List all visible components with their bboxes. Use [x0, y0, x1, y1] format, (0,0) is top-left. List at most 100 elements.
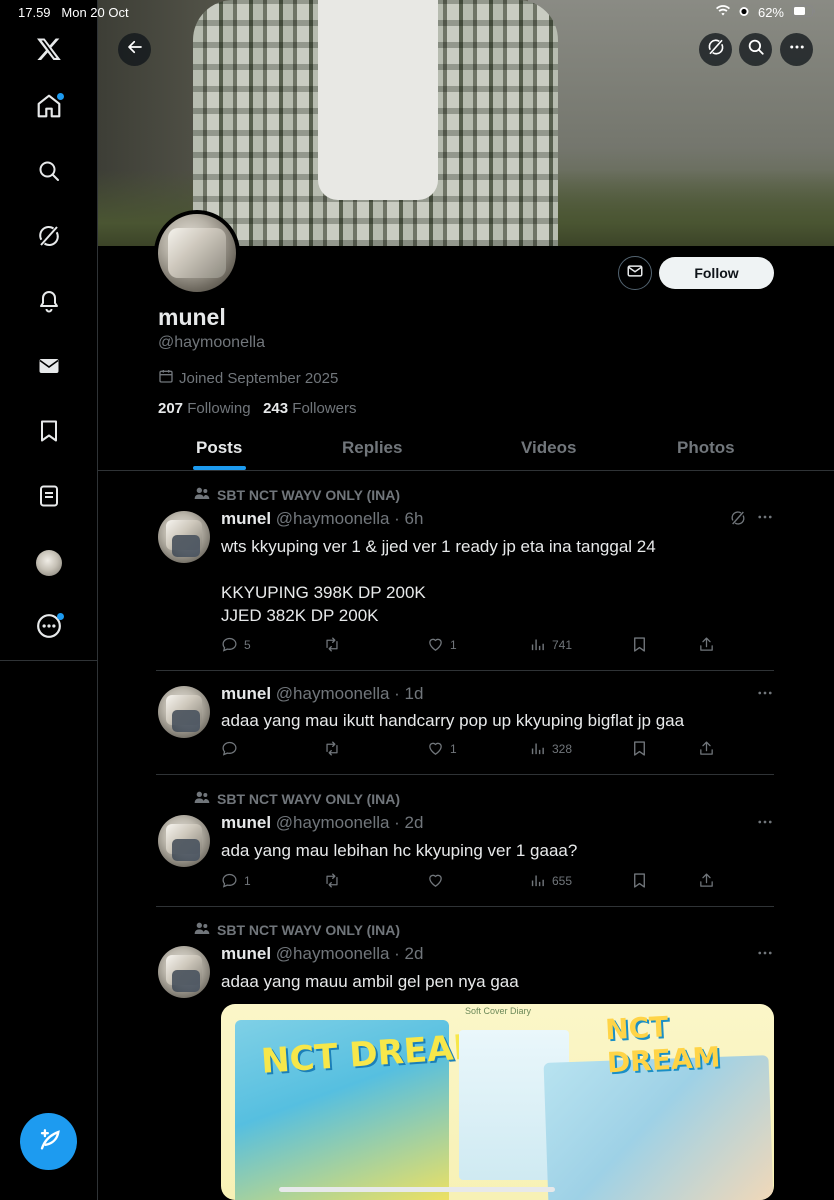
post-author-name[interactable]: munel: [221, 944, 271, 963]
arrow-left-icon: [126, 38, 144, 61]
post-text: wts kkyuping ver 1 & jjed ver 1 ready jp…: [221, 537, 656, 625]
views-button[interactable]: 328: [529, 740, 572, 757]
like-button[interactable]: 1: [427, 740, 457, 757]
post-1[interactable]: SBT NCT WAYV ONLY (INA) munel @haymoonel…: [156, 486, 774, 666]
search-button[interactable]: [739, 33, 772, 66]
nav-more[interactable]: [29, 608, 69, 648]
post-avatar[interactable]: [158, 815, 210, 867]
views-button[interactable]: 741: [529, 636, 572, 653]
post-actions: 5 1 741: [221, 636, 721, 656]
grok-icon: [707, 38, 725, 61]
post-avatar[interactable]: [158, 511, 210, 563]
home-unread-dot: [57, 93, 64, 100]
community-label[interactable]: SBT NCT WAYV ONLY (INA): [194, 921, 400, 938]
post-header: munel @haymoonella · 2d: [221, 813, 423, 833]
followers-label: Followers: [292, 400, 357, 417]
reply-button[interactable]: 5: [221, 636, 251, 653]
nav-profile[interactable]: [29, 543, 69, 583]
post-meta: @haymoonella · 6h: [275, 509, 424, 528]
share-button[interactable]: [698, 636, 715, 653]
like-button[interactable]: [427, 872, 450, 889]
grok-icon[interactable]: [730, 510, 746, 531]
reply-button[interactable]: 1: [221, 872, 251, 889]
x-logo-icon[interactable]: [29, 29, 69, 69]
nav-notifications[interactable]: [29, 283, 69, 323]
compose-button[interactable]: [20, 1113, 77, 1170]
post-header: munel @haymoonella · 1d: [221, 684, 423, 704]
post-4[interactable]: SBT NCT WAYV ONLY (INA) munel @haymoonel…: [156, 921, 774, 1001]
profile-tabs: Posts Replies Videos Photos: [98, 426, 834, 471]
post-header: munel @haymoonella · 6h: [221, 509, 423, 529]
more-options-button[interactable]: [780, 33, 813, 66]
repost-button[interactable]: [323, 872, 341, 889]
repost-button[interactable]: [323, 636, 341, 653]
nav-lists[interactable]: [29, 478, 69, 518]
post-3[interactable]: SBT NCT WAYV ONLY (INA) munel @haymoonel…: [156, 790, 774, 900]
profile-avatar-large[interactable]: [154, 210, 240, 296]
community-label[interactable]: SBT NCT WAYV ONLY (INA): [194, 486, 400, 503]
post-meta: @haymoonella · 2d: [275, 813, 424, 832]
mail-icon: [626, 262, 644, 285]
post-text: adaa yang mauu ambil gel pen nya gaa: [221, 972, 519, 991]
reply-button[interactable]: [221, 740, 244, 757]
post-media-image[interactable]: NCT DREAM Soft Cover Diary NCT DREAM: [221, 1004, 774, 1200]
followers-link[interactable]: 243 Followers: [263, 400, 356, 417]
bookmark-button[interactable]: [632, 740, 647, 757]
home-indicator: [279, 1187, 555, 1192]
nav-grok[interactable]: [29, 218, 69, 258]
post-avatar[interactable]: [158, 686, 210, 738]
post-more-icon[interactable]: [756, 944, 774, 967]
following-label: Following: [187, 400, 251, 417]
post-text: ada yang mau lebihan hc kkyuping ver 1 g…: [221, 841, 578, 860]
repost-button[interactable]: [323, 740, 341, 757]
post-text: adaa yang mau ikutt handcarry pop up kky…: [221, 711, 685, 730]
post-more-icon[interactable]: [756, 684, 774, 707]
post-avatar[interactable]: [158, 946, 210, 998]
post-more-icon[interactable]: [756, 508, 774, 531]
joined-date: Joined September 2025: [158, 368, 338, 388]
post-actions: 1 328: [221, 740, 721, 760]
nav-home[interactable]: [29, 88, 69, 128]
post-2[interactable]: munel @haymoonella · 1d adaa yang mau ik…: [156, 682, 774, 772]
bell-icon: [37, 289, 61, 318]
post-author-name[interactable]: munel: [221, 813, 271, 832]
nav-messages[interactable]: [29, 348, 69, 388]
list-icon: [38, 484, 60, 513]
nav-search[interactable]: [29, 153, 69, 193]
avatar-photo: [168, 228, 226, 278]
message-button[interactable]: [618, 256, 652, 290]
community-icon: [194, 790, 210, 807]
tab-replies[interactable]: Replies: [342, 438, 402, 458]
active-tab-indicator: [193, 466, 246, 470]
grok-button[interactable]: [699, 33, 732, 66]
joined-text: Joined September 2025: [179, 369, 339, 387]
post-divider: [156, 774, 774, 775]
following-link[interactable]: 207 Following: [158, 400, 251, 417]
media-photobook: [543, 1055, 774, 1200]
view-count: 328: [552, 741, 573, 756]
reply-count: 5: [244, 637, 251, 652]
post-divider: [156, 670, 774, 671]
alarm-icon: [738, 5, 750, 20]
tab-photos[interactable]: Photos: [677, 438, 735, 458]
bookmark-button[interactable]: [632, 636, 647, 653]
reply-count: 1: [244, 873, 251, 888]
back-button[interactable]: [118, 33, 151, 66]
post-author-name[interactable]: munel: [221, 684, 271, 703]
compose-feather-icon: [35, 1125, 63, 1158]
share-button[interactable]: [698, 872, 715, 889]
bookmark-icon: [38, 419, 60, 448]
follow-button[interactable]: Follow: [659, 257, 774, 289]
tab-posts[interactable]: Posts: [196, 438, 242, 458]
views-button[interactable]: 655: [529, 872, 572, 889]
share-button[interactable]: [698, 740, 715, 757]
media-title-right: NCT DREAM: [604, 1010, 722, 1080]
community-label[interactable]: SBT NCT WAYV ONLY (INA): [194, 790, 400, 807]
post-more-icon[interactable]: [756, 813, 774, 836]
bookmark-button[interactable]: [632, 872, 647, 889]
search-icon: [747, 38, 765, 61]
tab-videos[interactable]: Videos: [521, 438, 576, 458]
post-author-name[interactable]: munel: [221, 509, 271, 528]
like-button[interactable]: 1: [427, 636, 457, 653]
nav-bookmarks[interactable]: [29, 413, 69, 453]
